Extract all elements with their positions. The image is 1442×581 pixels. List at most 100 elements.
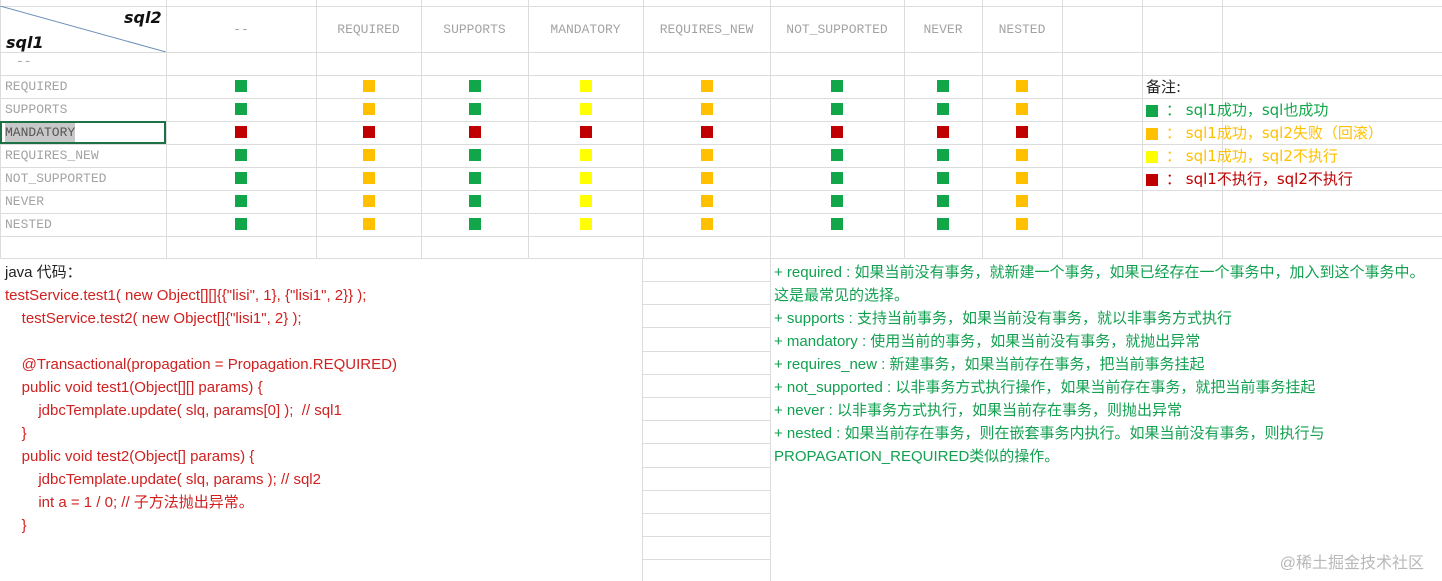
result-square-orange[interactable] bbox=[362, 80, 375, 92]
row-label[interactable]: NEVER bbox=[5, 192, 44, 212]
grid-hline bbox=[642, 420, 770, 421]
legend-text: ： sql1不执行，sql2不执行 bbox=[1166, 170, 1353, 188]
grid-hline bbox=[642, 281, 770, 282]
grid-hline bbox=[642, 374, 770, 375]
note-line: + requires_new : 新建事务，如果当前存在事务，把当前事务挂起 bbox=[774, 356, 1205, 373]
code-line: public void test2(Object[] params) { bbox=[5, 448, 255, 465]
column-header[interactable]: NESTED bbox=[982, 20, 1062, 40]
result-square-green[interactable] bbox=[831, 172, 843, 184]
note-line: + required : 如果当前没有事务，就新建一个事务，如果已经存在一个事务… bbox=[774, 264, 1425, 304]
result-square-red[interactable] bbox=[937, 126, 949, 138]
result-square-orange[interactable] bbox=[1016, 80, 1028, 92]
legend-item: ： sql1不执行，sql2不执行 bbox=[1146, 168, 1383, 191]
result-square-orange[interactable] bbox=[1016, 195, 1028, 207]
result-square-orange[interactable] bbox=[1016, 218, 1028, 230]
legend-swatch bbox=[1146, 104, 1158, 117]
result-square-green[interactable] bbox=[235, 103, 247, 115]
column-header[interactable]: REQUIRES_NEW bbox=[643, 20, 770, 40]
legend-text: ： sql1成功，sql2不执行 bbox=[1166, 147, 1338, 165]
result-square-red[interactable] bbox=[235, 126, 247, 138]
result-square-orange[interactable] bbox=[700, 195, 713, 207]
grid-hline bbox=[642, 513, 770, 514]
column-header[interactable]: NEVER bbox=[904, 20, 982, 40]
result-square-orange[interactable] bbox=[1016, 172, 1028, 184]
result-square-yellow[interactable] bbox=[579, 80, 592, 92]
result-square-green[interactable] bbox=[831, 103, 843, 115]
result-square-green[interactable] bbox=[937, 103, 949, 115]
result-square-orange[interactable] bbox=[362, 195, 375, 207]
result-square-yellow[interactable] bbox=[579, 172, 592, 184]
selected-cell-cursor[interactable] bbox=[0, 121, 166, 144]
result-square-orange[interactable] bbox=[362, 149, 375, 161]
row-label[interactable]: REQUIRES_NEW bbox=[5, 146, 99, 166]
result-square-green[interactable] bbox=[235, 218, 247, 230]
result-square-green[interactable] bbox=[468, 80, 481, 92]
grid-hline bbox=[642, 490, 770, 491]
result-square-red[interactable] bbox=[579, 126, 592, 138]
result-square-green[interactable] bbox=[468, 172, 481, 184]
result-square-yellow[interactable] bbox=[579, 149, 592, 161]
result-square-green[interactable] bbox=[468, 103, 481, 115]
result-square-green[interactable] bbox=[937, 218, 949, 230]
result-square-orange[interactable] bbox=[1016, 103, 1028, 115]
result-square-green[interactable] bbox=[235, 195, 247, 207]
grid-hline bbox=[642, 397, 770, 398]
result-square-green[interactable] bbox=[831, 80, 843, 92]
grid-vline bbox=[770, 258, 771, 581]
legend-item: ： sql1成功，sql也成功 bbox=[1146, 99, 1383, 122]
result-square-green[interactable] bbox=[831, 218, 843, 230]
result-square-orange[interactable] bbox=[362, 103, 375, 115]
column-header[interactable]: SUPPORTS bbox=[421, 20, 528, 40]
result-square-red[interactable] bbox=[362, 126, 375, 138]
result-square-green[interactable] bbox=[235, 172, 247, 184]
row-label[interactable]: REQUIRED bbox=[5, 77, 67, 97]
result-square-red[interactable] bbox=[1016, 126, 1028, 138]
grid-hline bbox=[642, 443, 770, 444]
result-square-orange[interactable] bbox=[700, 80, 713, 92]
result-square-red[interactable] bbox=[468, 126, 481, 138]
result-square-orange[interactable] bbox=[362, 172, 375, 184]
column-header[interactable]: MANDATORY bbox=[528, 20, 643, 40]
result-square-green[interactable] bbox=[831, 195, 843, 207]
grid-hline bbox=[0, 52, 1442, 53]
result-square-green[interactable] bbox=[937, 149, 949, 161]
grid-vline bbox=[1142, 0, 1143, 258]
legend-swatch bbox=[1146, 150, 1158, 163]
row-label[interactable]: SUPPORTS bbox=[5, 100, 67, 120]
column-header[interactable]: NOT_SUPPORTED bbox=[770, 20, 904, 40]
result-square-orange[interactable] bbox=[700, 218, 713, 230]
result-square-orange[interactable] bbox=[362, 218, 375, 230]
result-square-green[interactable] bbox=[468, 195, 481, 207]
result-square-green[interactable] bbox=[468, 149, 481, 161]
note-line: + never : 以非事务方式执行，如果当前存在事务，则抛出异常 bbox=[774, 402, 1182, 419]
result-square-red[interactable] bbox=[700, 126, 713, 138]
result-square-yellow[interactable] bbox=[579, 218, 592, 230]
result-square-green[interactable] bbox=[937, 172, 949, 184]
corner-diagonal-line bbox=[0, 6, 166, 52]
result-square-green[interactable] bbox=[235, 149, 247, 161]
java-code-block: java 代码： testService.test1( new Object[]… bbox=[5, 261, 397, 537]
result-square-orange[interactable] bbox=[1016, 149, 1028, 161]
note-line: + mandatory : 使用当前的事务，如果当前没有事务，就抛出异常 bbox=[774, 333, 1201, 350]
result-square-green[interactable] bbox=[937, 80, 949, 92]
result-square-green[interactable] bbox=[468, 218, 481, 230]
result-square-orange[interactable] bbox=[700, 149, 713, 161]
result-square-yellow[interactable] bbox=[579, 195, 592, 207]
grid-hline bbox=[0, 236, 1442, 237]
grid-vline bbox=[1062, 0, 1063, 258]
result-square-green[interactable] bbox=[235, 80, 247, 92]
result-square-red[interactable] bbox=[831, 126, 843, 138]
result-square-green[interactable] bbox=[831, 149, 843, 161]
result-square-yellow[interactable] bbox=[579, 103, 592, 115]
result-square-green[interactable] bbox=[937, 195, 949, 207]
row-label[interactable]: NOT_SUPPORTED bbox=[5, 169, 106, 189]
result-square-orange[interactable] bbox=[700, 103, 713, 115]
column-header[interactable]: -- bbox=[166, 20, 316, 40]
code-line: } bbox=[5, 425, 27, 442]
result-square-orange[interactable] bbox=[700, 172, 713, 184]
note-line: + not_supported : 以非事务方式执行操作，如果当前存在事务，就把… bbox=[774, 379, 1316, 396]
row-label[interactable]: NESTED bbox=[5, 215, 52, 235]
column-header[interactable]: REQUIRED bbox=[316, 20, 421, 40]
grid-hline bbox=[642, 304, 770, 305]
